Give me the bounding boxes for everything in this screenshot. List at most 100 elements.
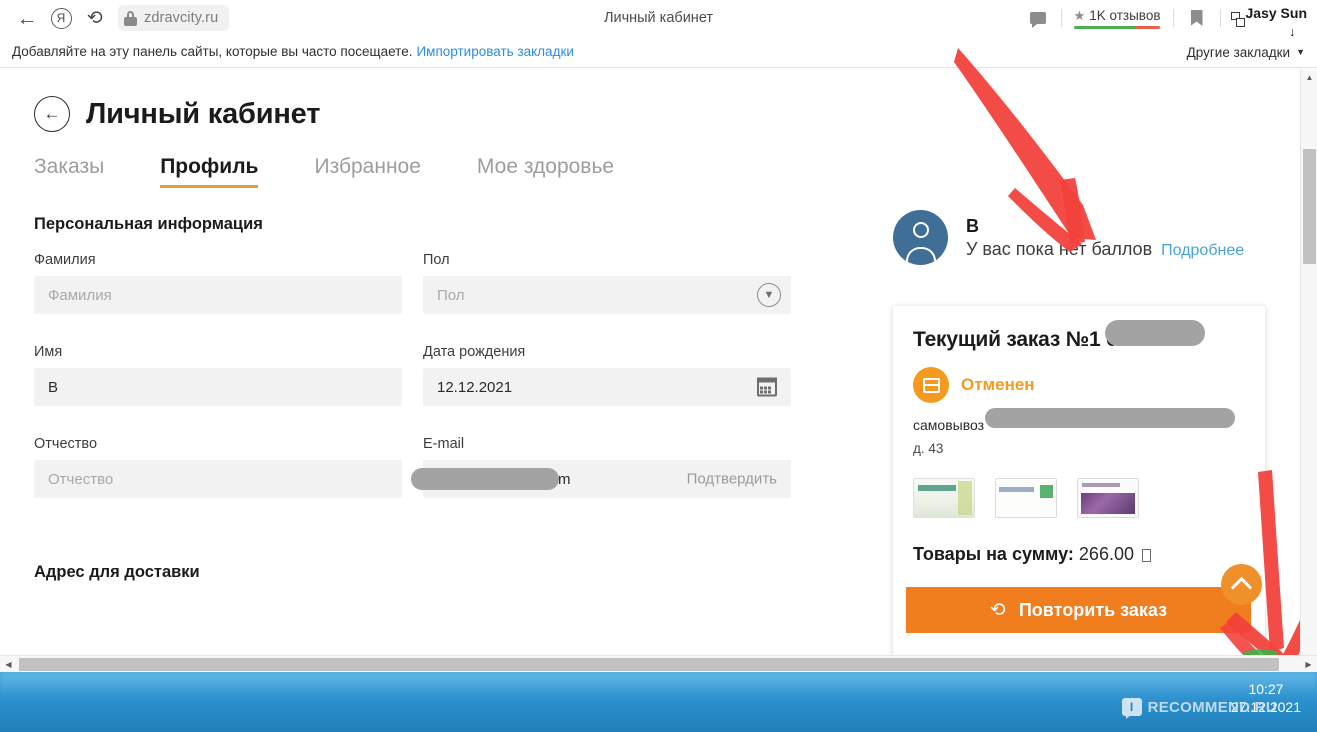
points-text: У вас пока нет баллов: [966, 238, 1153, 259]
email-value: ail.com: [523, 470, 571, 488]
toolbar-divider: [1219, 9, 1221, 27]
tab-orders[interactable]: Заказы: [34, 155, 132, 188]
order-sum-row: Товары на сумму: 266.00: [913, 544, 1245, 565]
vertical-scrollbar[interactable]: ▲ ▼: [1300, 69, 1317, 672]
product-thumb-2[interactable]: [995, 478, 1057, 518]
field-lastname-label: Фамилия: [34, 252, 96, 268]
points-details-link[interactable]: Подробнее: [1161, 242, 1244, 260]
toolbar-divider: [1172, 9, 1174, 27]
field-gender: Пол Пол ▼: [423, 252, 791, 314]
lastname-placeholder: Фамилия: [48, 286, 112, 304]
order-address-house: д. 43: [913, 441, 944, 456]
comment-icon[interactable]: [1021, 1, 1055, 35]
reload-icon[interactable]: ⟳: [78, 1, 112, 35]
personal-info-title: Персональная информация: [34, 215, 263, 233]
middlename-input[interactable]: Отчество: [34, 460, 402, 498]
lock-icon: [124, 10, 137, 26]
firstname-value: В: [48, 378, 59, 396]
firstname-input[interactable]: В: [34, 368, 402, 406]
field-gender-label: Пол: [423, 252, 450, 268]
field-firstname-label: Имя: [34, 344, 63, 360]
horizontal-scrollbar[interactable]: ◀ ▶: [0, 655, 1317, 672]
vertical-scrollbar-thumb[interactable]: [1303, 149, 1316, 264]
package-icon: [913, 367, 949, 403]
scroll-up-arrow-icon[interactable]: ▲: [1301, 69, 1317, 86]
tab-profile[interactable]: Профиль: [132, 155, 286, 188]
chevron-down-icon: ▼: [1296, 47, 1305, 57]
reviews-rating-bar: [1074, 25, 1161, 29]
tab-favorites-label: Избранное: [314, 155, 421, 178]
field-middlename-label: Отчество: [34, 436, 98, 452]
account-menu[interactable]: Jasy Sun ↓: [1227, 5, 1317, 38]
user-avatar-icon: [893, 210, 948, 265]
email-input[interactable]: ail.com Подтвердить: [423, 460, 791, 498]
toolbar-divider: [1060, 9, 1062, 27]
scroll-to-top-button[interactable]: [1221, 564, 1262, 605]
middlename-placeholder: Отчество: [48, 470, 114, 488]
account-name: Jasy Sun: [1245, 5, 1307, 21]
tab-profile-label: Профиль: [160, 155, 259, 178]
page-back-button[interactable]: ←: [34, 96, 70, 132]
bookmarks-hint: Добавляйте на эту панель сайты, которые …: [12, 44, 413, 59]
field-email-label: E-mail: [423, 436, 465, 452]
user-name: В: [966, 215, 979, 236]
other-bookmarks-button[interactable]: Другие закладки ▼: [1187, 36, 1305, 68]
repeat-order-button[interactable]: ⟳ Повторить заказ: [906, 587, 1251, 633]
chevron-down-icon[interactable]: ▼: [757, 283, 781, 307]
reviews-label: 1K отзывов: [1089, 7, 1161, 23]
field-firstname: Имя В: [34, 344, 402, 406]
tab-my-health[interactable]: Мое здоровье: [449, 155, 642, 188]
refresh-icon: ⟳: [989, 599, 1006, 621]
download-icon[interactable]: [1230, 10, 1249, 30]
order-thumbnails: [913, 478, 1245, 518]
field-birthdate-label: Дата рождения: [423, 344, 526, 360]
bookmarks-bar: Добавляйте на эту панель сайты, которые …: [0, 36, 1317, 68]
address-bar[interactable]: zdravcity.ru: [118, 5, 230, 31]
order-status: Отменен: [961, 375, 1035, 394]
horizontal-scrollbar-thumb[interactable]: [19, 658, 1279, 671]
order-status-row: Отменен: [913, 367, 1245, 403]
yandex-logo-icon[interactable]: Я: [44, 1, 78, 35]
import-bookmarks-link[interactable]: Импортировать закладки: [416, 44, 573, 59]
user-summary: В У вас пока нет баллов Подробнее: [893, 210, 1244, 265]
order-delivery-type: самовывоз: [913, 417, 985, 433]
page-viewport: ← Личный кабинет Заказы Профиль Избранно…: [0, 69, 1300, 672]
birthdate-input[interactable]: 12.12.2021: [423, 368, 791, 406]
reviews-badge[interactable]: ★ 1K отзывов: [1068, 8, 1167, 29]
product-thumb-1[interactable]: [913, 478, 975, 518]
scroll-left-arrow-icon[interactable]: ◀: [0, 656, 17, 673]
current-order-card: Текущий заказ №1 658 Отменен самовывоз д…: [893, 306, 1265, 672]
chevron-up-icon: [1230, 576, 1253, 598]
taskbar-gloss: [0, 672, 1317, 732]
delivery-address-title: Адрес для доставки: [34, 563, 200, 581]
other-bookmarks-label: Другие закладки: [1186, 44, 1291, 60]
browser-toolbar-right: ★ 1K отзывов Jasy Sun ↓: [1021, 0, 1317, 38]
tab-favorites[interactable]: Избранное: [286, 155, 448, 188]
scroll-right-arrow-icon[interactable]: ▶: [1300, 656, 1317, 673]
field-lastname: Фамилия Фамилия: [34, 252, 402, 314]
bookmark-icon[interactable]: [1180, 1, 1214, 35]
birthdate-value: 12.12.2021: [437, 378, 513, 396]
clock-time: 10:27: [1248, 681, 1284, 697]
calendar-icon[interactable]: [757, 377, 777, 397]
product-thumb-3[interactable]: [1077, 478, 1139, 518]
email-confirm-link[interactable]: Подтвердить: [687, 471, 777, 488]
gender-select[interactable]: Пол ▼: [423, 276, 791, 314]
field-middlename: Отчество Отчество: [34, 436, 402, 498]
order-sum-label: Товары на сумму:: [913, 544, 1074, 564]
back-arrow-icon[interactable]: ←: [10, 1, 44, 35]
ruble-glyph-icon: [1142, 549, 1151, 562]
lastname-input[interactable]: Фамилия: [34, 276, 402, 314]
screenshot-root: ← Я ⟳ zdravcity.ru Личный кабинет ★ 1K о…: [0, 0, 1317, 732]
watermark-text: RECOMMEND.RU: [1147, 698, 1277, 716]
profile-tabs: Заказы Профиль Избранное Мое здоровье: [34, 155, 642, 188]
field-email: E-mail ail.com Подтвердить: [411, 436, 791, 498]
order-sum-value: 266.00: [1078, 544, 1134, 564]
page-header: ← Личный кабинет: [34, 96, 320, 132]
tab-my-health-label: Мое здоровье: [476, 155, 615, 178]
watermark-badge-icon: I: [1121, 698, 1142, 719]
gender-placeholder: Пол: [437, 286, 465, 304]
repeat-order-label: Повторить заказ: [1018, 599, 1168, 620]
site-watermark: I RECOMMEND.RU: [1121, 698, 1277, 719]
order-number: Текущий заказ №1 658: [913, 328, 1141, 351]
